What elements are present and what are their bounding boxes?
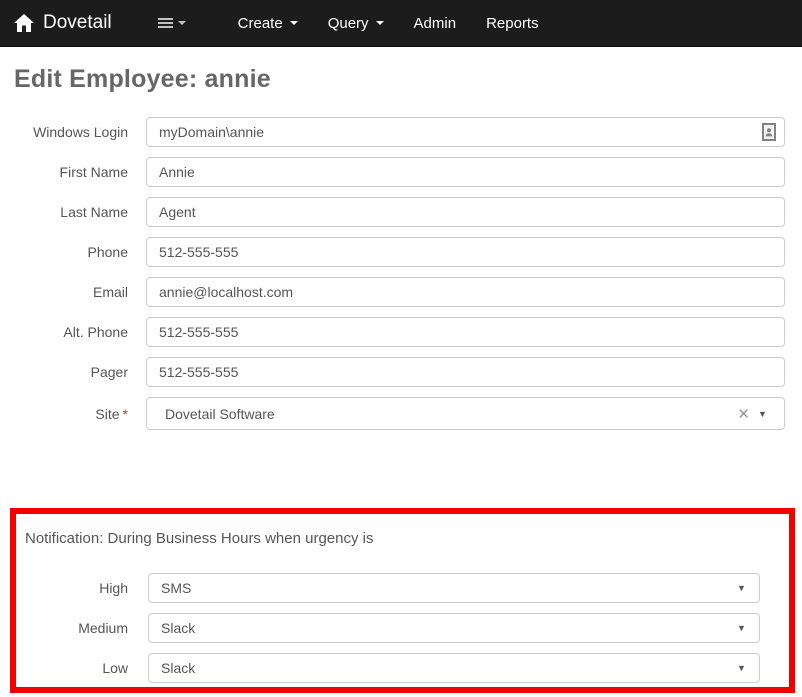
windows-login-label: Windows Login <box>0 124 128 140</box>
caret-down-icon <box>290 21 298 25</box>
last-name-label: Last Name <box>0 204 128 220</box>
form-row-site: Site* Dovetail Software <box>0 397 802 430</box>
clear-icon[interactable] <box>729 405 758 423</box>
medium-label: Medium <box>16 620 128 636</box>
notification-highlight-box: Notification: During Business Hours when… <box>10 508 795 693</box>
alt-phone-label: Alt. Phone <box>0 324 128 340</box>
dropdown-caret-icon <box>737 583 759 593</box>
dropdown-caret-icon[interactable] <box>758 409 784 419</box>
page-title: Edit Employee: annie <box>14 65 802 94</box>
list-icon <box>158 16 173 30</box>
email-label: Email <box>0 284 128 300</box>
form-row-phone: Phone <box>0 237 802 267</box>
pager-input[interactable] <box>146 357 785 387</box>
high-label: High <box>16 580 128 596</box>
home-icon <box>14 14 34 33</box>
nav-links: Create Query Admin Reports <box>223 0 554 47</box>
form-row-last-name: Last Name <box>0 197 802 227</box>
dropdown-caret-icon <box>737 663 759 673</box>
last-name-input[interactable] <box>146 197 785 227</box>
brand-link[interactable]: Dovetail <box>0 12 112 34</box>
site-select-value: Dovetail Software <box>147 406 729 422</box>
nav-item-label: Admin <box>414 0 457 47</box>
low-label: Low <box>16 660 128 676</box>
notification-section-title: Notification: During Business Hours when… <box>25 530 789 547</box>
dropdown-caret-icon <box>737 623 759 633</box>
phone-input[interactable] <box>146 237 785 267</box>
contact-autofill-icon[interactable] <box>762 123 776 141</box>
notif-row-high: High SMS <box>16 573 789 603</box>
medium-urgency-select[interactable]: Slack <box>148 613 760 643</box>
list-menu-button[interactable] <box>158 16 186 30</box>
nav-item-admin[interactable]: Admin <box>399 0 472 47</box>
first-name-input[interactable] <box>146 157 785 187</box>
low-urgency-select[interactable]: Slack <box>148 653 760 683</box>
form-row-windows-login: Windows Login <box>0 117 802 147</box>
windows-login-input[interactable] <box>146 117 785 147</box>
site-label-text: Site <box>95 406 119 422</box>
high-urgency-select[interactable]: SMS <box>148 573 760 603</box>
notification-rows: High SMS Medium Slack Low Slack <box>16 573 789 683</box>
required-asterisk: * <box>123 406 128 422</box>
top-navbar: Dovetail Create Query Admin Reports <box>0 0 802 47</box>
caret-down-icon <box>376 21 384 25</box>
form-row-first-name: First Name <box>0 157 802 187</box>
low-select-value: Slack <box>149 660 737 676</box>
nav-item-label: Query <box>328 0 369 47</box>
site-select[interactable]: Dovetail Software <box>146 397 785 430</box>
nav-item-query[interactable]: Query <box>313 0 399 47</box>
phone-label: Phone <box>0 244 128 260</box>
first-name-label: First Name <box>0 164 128 180</box>
alt-phone-input[interactable] <box>146 317 785 347</box>
site-label: Site* <box>0 406 128 422</box>
notif-row-medium: Medium Slack <box>16 613 789 643</box>
form-row-alt-phone: Alt. Phone <box>0 317 802 347</box>
nav-item-reports[interactable]: Reports <box>471 0 554 47</box>
nav-item-create[interactable]: Create <box>223 0 313 47</box>
nav-item-label: Create <box>238 0 283 47</box>
nav-item-label: Reports <box>486 0 539 47</box>
medium-select-value: Slack <box>149 620 737 636</box>
high-select-value: SMS <box>149 580 737 596</box>
pager-label: Pager <box>0 364 128 380</box>
employee-form: Windows Login First Name Last Name Phone <box>0 117 802 430</box>
form-row-pager: Pager <box>0 357 802 387</box>
caret-down-icon <box>178 21 186 25</box>
brand-label: Dovetail <box>43 12 112 34</box>
notif-row-low: Low Slack <box>16 653 789 683</box>
email-input[interactable] <box>146 277 785 307</box>
form-row-email: Email <box>0 277 802 307</box>
